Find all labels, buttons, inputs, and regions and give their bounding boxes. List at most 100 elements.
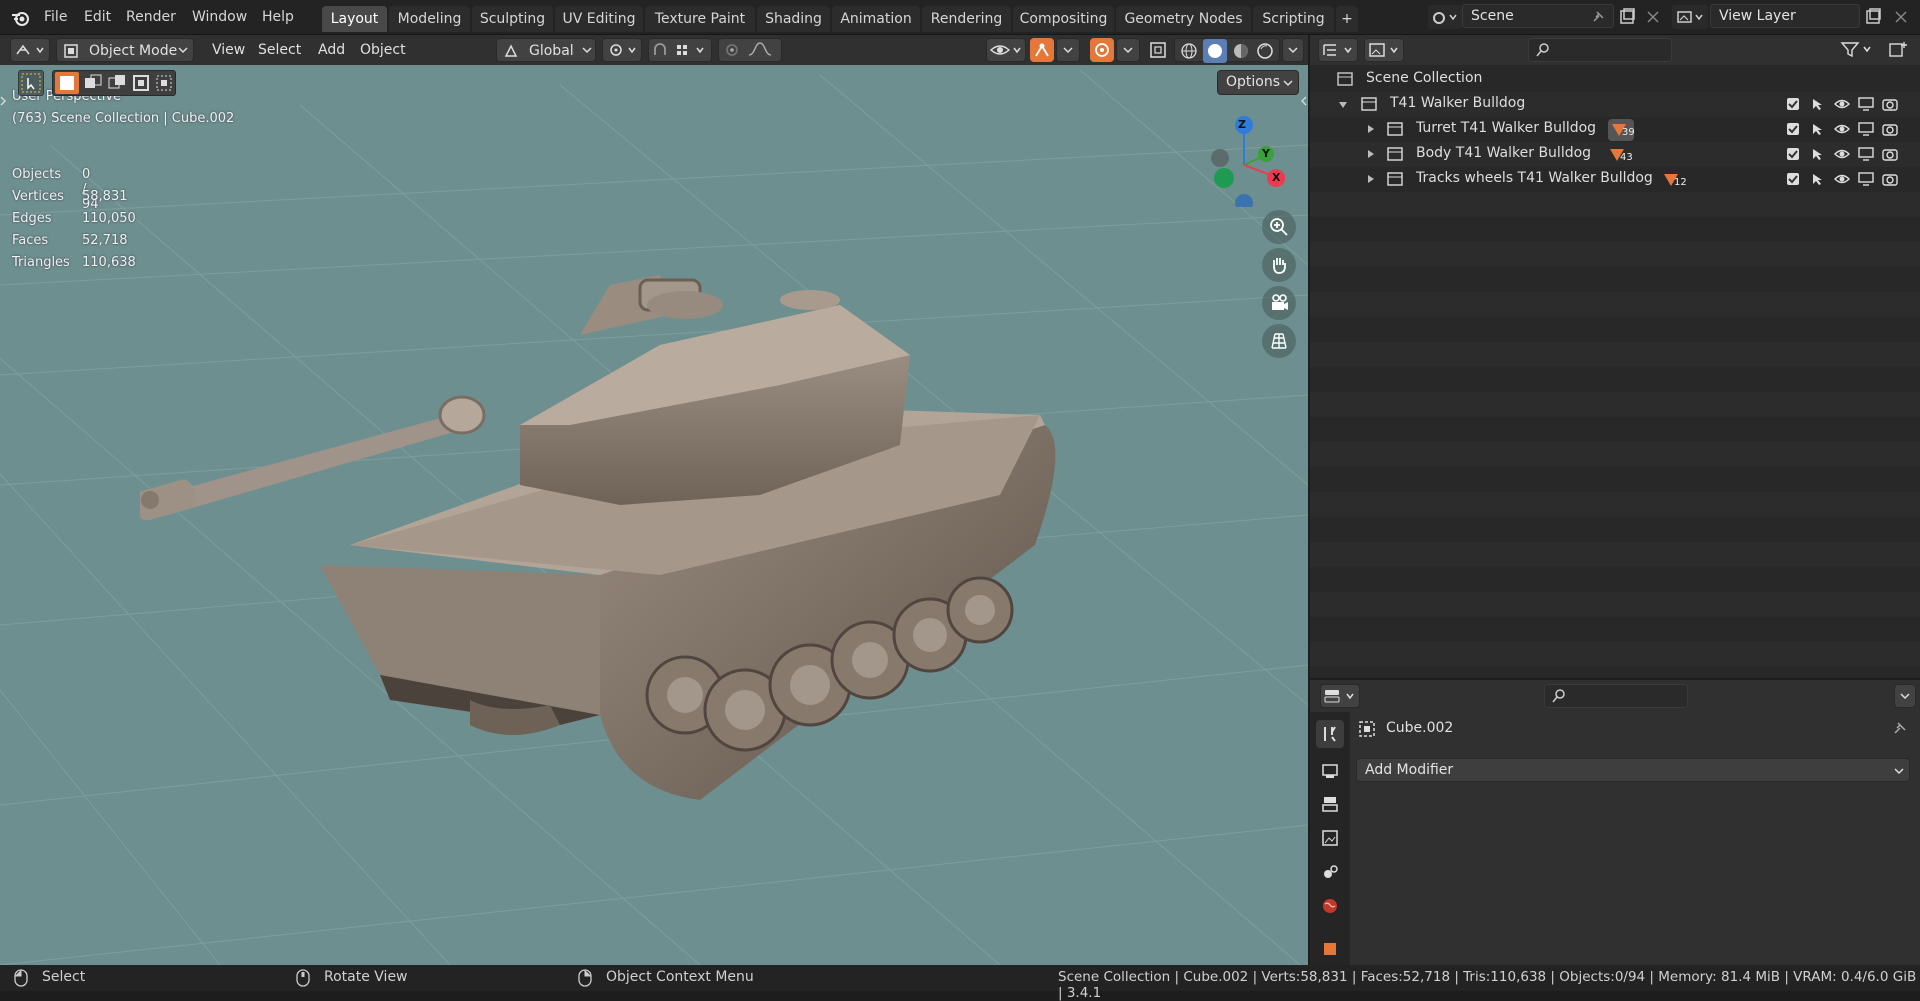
select-menu[interactable]: Select: [254, 38, 305, 62]
perspective-toggle-icon[interactable]: [1262, 324, 1296, 358]
disclosure-closed-icon[interactable]: [1366, 124, 1376, 134]
mesh-count-badge[interactable]: 12: [1660, 169, 1687, 191]
scene-selector-icon[interactable]: [1428, 5, 1462, 29]
shading-dropdown-icon[interactable]: [1282, 38, 1304, 62]
eye-icon[interactable]: [1834, 172, 1850, 186]
add-modifier-dropdown[interactable]: Add Modifier: [1356, 758, 1910, 782]
toggle-xray-icon[interactable]: [1146, 38, 1170, 62]
mesh-count-badge[interactable]: 43: [1606, 144, 1633, 166]
tab-geometry-nodes[interactable]: Geometry Nodes: [1116, 6, 1251, 32]
transform-orientation-dropdown[interactable]: Global: [496, 38, 596, 62]
mesh-count-badge[interactable]: 39: [1608, 119, 1635, 141]
world-properties-icon[interactable]: [1316, 892, 1344, 920]
object-menu[interactable]: Object: [356, 38, 410, 62]
zoom-icon[interactable]: [1262, 210, 1296, 244]
pin-icon[interactable]: [1890, 720, 1908, 738]
outliner-row-tracks[interactable]: Tracks wheels T41 Walker Bulldog 12: [1310, 167, 1920, 192]
monitor-icon[interactable]: [1858, 97, 1874, 111]
tab-shading[interactable]: Shading: [757, 6, 830, 32]
add-menu[interactable]: Add: [314, 38, 349, 62]
show-gizmo-icon[interactable]: [986, 38, 1026, 62]
snapping-icon[interactable]: [648, 38, 712, 62]
tab-compositing[interactable]: Compositing: [1013, 6, 1114, 32]
new-collection-icon[interactable]: [1886, 38, 1910, 62]
camera-view-icon[interactable]: [1262, 286, 1296, 320]
tab-texture-paint[interactable]: Texture Paint: [645, 6, 755, 32]
new-view-layer-icon[interactable]: [1864, 8, 1882, 26]
tab-scripting[interactable]: Scripting: [1253, 6, 1334, 32]
eye-icon[interactable]: [1834, 147, 1850, 161]
menu-file[interactable]: File: [40, 6, 71, 28]
scene-properties-icon[interactable]: [1316, 858, 1344, 886]
new-scene-icon[interactable]: [1618, 8, 1636, 26]
blender-logo-icon[interactable]: [10, 7, 32, 29]
wireframe-shading-icon[interactable]: [1179, 41, 1199, 61]
camera-render-icon[interactable]: [1882, 172, 1898, 186]
tab-uv-editing[interactable]: UV Editing: [555, 6, 643, 32]
tab-sculpting[interactable]: Sculpting: [472, 6, 553, 32]
disclosure-closed-icon[interactable]: [1366, 174, 1376, 184]
camera-render-icon[interactable]: [1882, 97, 1898, 111]
eye-icon[interactable]: [1834, 97, 1850, 111]
menu-edit[interactable]: Edit: [80, 6, 115, 28]
selectable-arrow-icon[interactable]: [1810, 147, 1824, 161]
3d-viewport[interactable]: User Perspective (763) Scene Collection …: [0, 65, 1308, 965]
editor-type-icon[interactable]: [10, 38, 50, 62]
add-workspace-button[interactable]: +: [1336, 6, 1358, 32]
properties-search-input[interactable]: [1544, 684, 1688, 708]
checkbox-icon[interactable]: [1786, 147, 1800, 161]
toolbar-expand-icon[interactable]: [0, 95, 6, 107]
monitor-icon[interactable]: [1858, 122, 1874, 136]
tool-properties-icon[interactable]: [1316, 720, 1344, 748]
mode-dropdown[interactable]: Object Mode: [56, 38, 194, 62]
object-properties-icon[interactable]: [1316, 938, 1344, 958]
delete-view-layer-icon[interactable]: [1892, 8, 1910, 26]
tab-modeling[interactable]: Modeling: [389, 6, 470, 32]
view-menu[interactable]: View: [208, 38, 249, 62]
pin-icon[interactable]: [1590, 9, 1606, 25]
selectable-arrow-icon[interactable]: [1810, 172, 1824, 186]
sidebar-expand-icon[interactable]: [1300, 95, 1308, 107]
pivot-point-icon[interactable]: [602, 38, 642, 62]
monitor-icon[interactable]: [1858, 147, 1874, 161]
menu-help[interactable]: Help: [258, 6, 298, 28]
view-layer-field[interactable]: View Layer: [1710, 4, 1860, 28]
outliner-search-input[interactable]: [1528, 38, 1672, 62]
output-properties-icon[interactable]: [1316, 790, 1344, 818]
select-subtract-icon[interactable]: [105, 72, 129, 94]
gizmo-dropdown-icon[interactable]: [1116, 38, 1140, 62]
select-extend-icon[interactable]: [81, 72, 105, 94]
checkbox-icon[interactable]: [1786, 97, 1800, 111]
display-mode-icon[interactable]: [1364, 38, 1404, 62]
menu-window[interactable]: Window: [188, 6, 251, 28]
render-properties-icon[interactable]: [1316, 756, 1344, 784]
checkbox-icon[interactable]: [1786, 122, 1800, 136]
select-new-icon[interactable]: [55, 72, 79, 94]
options-button[interactable]: Options: [1217, 70, 1299, 95]
filter-icon[interactable]: [1838, 38, 1878, 62]
tab-layout[interactable]: Layout: [322, 6, 387, 32]
outliner-editor-type-icon[interactable]: [1318, 38, 1358, 62]
view-layer-selector-icon[interactable]: [1672, 5, 1708, 29]
monitor-icon[interactable]: [1858, 172, 1874, 186]
menu-render[interactable]: Render: [122, 6, 180, 28]
tab-animation[interactable]: Animation: [832, 6, 920, 32]
select-invert-icon[interactable]: [129, 72, 153, 94]
select-intersect-icon[interactable]: [153, 72, 175, 94]
material-shading-icon[interactable]: [1231, 41, 1251, 61]
view-layer-properties-icon[interactable]: [1316, 824, 1344, 852]
tab-rendering[interactable]: Rendering: [922, 6, 1011, 32]
tank-model[interactable]: [140, 245, 1080, 805]
selectable-arrow-icon[interactable]: [1810, 97, 1824, 111]
camera-render-icon[interactable]: [1882, 147, 1898, 161]
camera-render-icon[interactable]: [1882, 122, 1898, 136]
properties-editor-type-icon[interactable]: [1320, 684, 1360, 708]
overlays-dropdown-icon[interactable]: [1056, 38, 1080, 62]
outliner-row-collection[interactable]: T41 Walker Bulldog: [1310, 92, 1920, 117]
outliner-row-body[interactable]: Body T41 Walker Bulldog 43: [1310, 142, 1920, 167]
selectable-arrow-icon[interactable]: [1810, 122, 1824, 136]
outliner-row-turret[interactable]: Turret T41 Walker Bulldog 39: [1310, 117, 1920, 142]
disclosure-closed-icon[interactable]: [1366, 149, 1376, 159]
proportional-editing-icon[interactable]: [718, 38, 782, 62]
xray-shading-icon[interactable]: [1090, 38, 1114, 62]
